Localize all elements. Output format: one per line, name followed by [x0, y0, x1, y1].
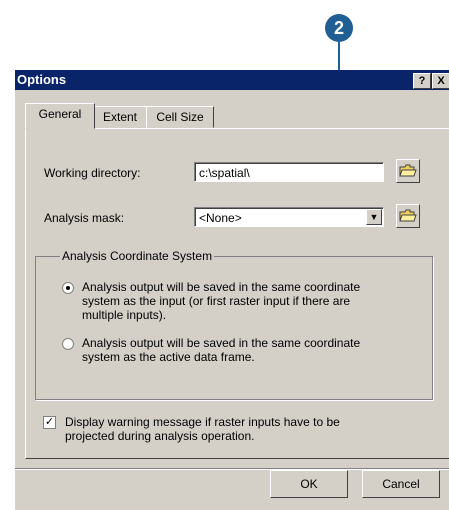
browse-working-directory-button[interactable]: [396, 159, 420, 183]
working-directory-label: Working directory:: [44, 166, 141, 180]
ok-button[interactable]: OK: [270, 470, 348, 498]
coordinate-system-group: Analysis Coordinate System Analysis outp…: [35, 249, 433, 400]
option-same-as-input-line3: multiple inputs).: [82, 308, 167, 322]
radio-same-as-input[interactable]: [62, 282, 74, 294]
folder-open-icon: [399, 209, 417, 222]
tab-general[interactable]: General: [25, 103, 95, 129]
option-active-data-frame-line2: system as the active data frame.: [82, 350, 255, 364]
working-directory-input[interactable]: c:\spatial\: [194, 162, 384, 182]
warning-option-line1: Display warning message if raster inputs…: [65, 415, 340, 429]
options-dialog: Options ? X General Extent Cell Size Wor…: [14, 70, 449, 510]
analysis-mask-select[interactable]: <None>: [194, 207, 384, 227]
option-active-data-frame-line1: Analysis output will be saved in the sam…: [82, 336, 361, 350]
browse-analysis-mask-button[interactable]: [396, 204, 420, 228]
help-icon[interactable]: ?: [413, 73, 431, 89]
cancel-button[interactable]: Cancel: [362, 470, 440, 498]
tab-extent[interactable]: Extent: [93, 106, 147, 128]
title-bar: Options ? X: [15, 70, 449, 90]
option-same-as-input-line1: Analysis output will be saved in the sam…: [82, 280, 361, 294]
analysis-mask-label: Analysis mask:: [44, 211, 125, 225]
folder-open-icon: [399, 164, 417, 177]
tab-cell-size[interactable]: Cell Size: [146, 106, 214, 128]
dropdown-arrow-icon[interactable]: ▼: [366, 209, 382, 225]
window-title: Options: [17, 72, 67, 87]
close-icon[interactable]: X: [432, 73, 449, 89]
radio-active-data-frame[interactable]: [62, 338, 74, 350]
callout-badge: 2: [325, 14, 353, 42]
warning-option-line2: projected during analysis operation.: [65, 429, 255, 443]
option-same-as-input-line2: system as the input (or first raster inp…: [82, 294, 351, 308]
coordinate-system-title: Analysis Coordinate System: [60, 249, 215, 263]
warning-checkbox[interactable]: ✓: [43, 416, 56, 429]
